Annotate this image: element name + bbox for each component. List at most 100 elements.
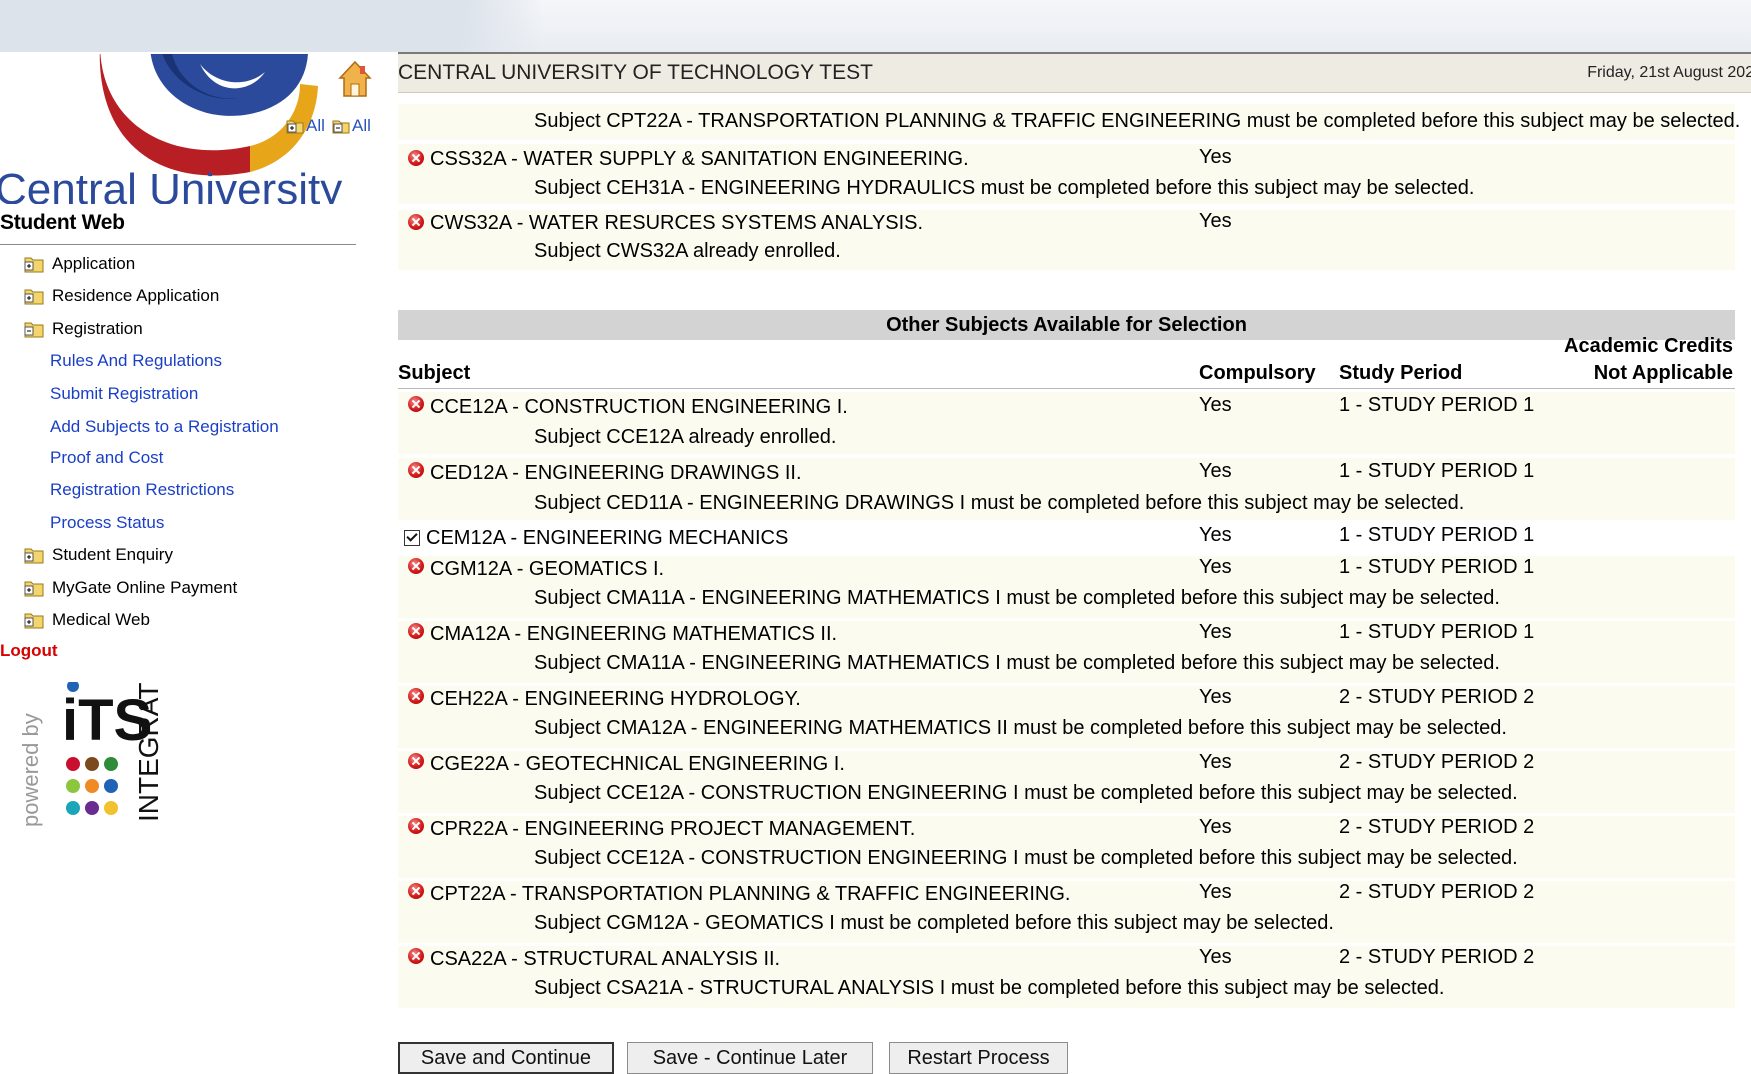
compulsory-value: Yes [1199, 816, 1232, 838]
expand-all-toggle[interactable]: All [286, 116, 325, 136]
sidebar-item-label: Medical Web [52, 610, 150, 629]
list-item: CSS32A - WATER SUPPLY & SANITATION ENGIN… [398, 144, 1735, 204]
subject-name: CED12A - ENGINEERING DRAWINGS II. [430, 462, 802, 484]
subject-name: CMA12A - ENGINEERING MATHEMATICS II. [430, 623, 838, 645]
sidebar-item-process-status[interactable]: Process Status [50, 513, 164, 533]
subject-name: CCE12A - CONSTRUCTION ENGINEERING I. [430, 396, 848, 418]
sidebar-item-add-subjects[interactable]: Add Subjects to a Registration [50, 417, 279, 437]
column-header-not-applicable: Not Applicable [1593, 362, 1733, 384]
sidebar-item-mygate-payment[interactable]: MyGate Online Payment [24, 578, 237, 598]
page-title: CENTRAL UNIVERSITY OF TECHNOLOGY TEST [398, 61, 873, 84]
compulsory-value: Yes [1199, 751, 1232, 773]
save-and-continue-button[interactable]: Save and Continue [398, 1042, 614, 1074]
table-row: CEH22A - ENGINEERING HYDROLOGY. Yes 2 - … [398, 686, 1735, 748]
folder-plus-icon [286, 120, 304, 134]
sidebar-item-label: Registration Restrictions [50, 480, 235, 499]
subject-message: Subject CMA12A - ENGINEERING MATHEMATICS… [534, 717, 1507, 739]
sidebar-item-student-enquiry[interactable]: Student Enquiry [24, 545, 173, 565]
subject-name: CGE22A - GEOTECHNICAL ENGINEERING I. [430, 753, 845, 775]
table-row: CED12A - ENGINEERING DRAWINGS II. Yes 1 … [398, 458, 1735, 520]
subject-message: Subject CCE12A - CONSTRUCTION ENGINEERIN… [534, 847, 1518, 869]
blocked-icon [408, 753, 424, 769]
collapse-all-toggle[interactable]: All [332, 116, 371, 136]
main-content: CENTRAL UNIVERSITY OF TECHNOLOGY TEST Fr… [398, 54, 1751, 1074]
compulsory-value: Yes [1199, 210, 1232, 232]
sidebar-item-registration[interactable]: Registration [24, 319, 143, 339]
table-row: CSA22A - STRUCTURAL ANALYSIS II. Yes 2 -… [398, 946, 1735, 1008]
sidebar-item-residence-application[interactable]: Residence Application [24, 286, 219, 306]
save-continue-later-button[interactable]: Save - Continue Later [627, 1042, 873, 1074]
expand-all-label: All [306, 116, 325, 135]
sidebar-item-rules-and-regulations[interactable]: Rules And Regulations [50, 351, 222, 371]
sidebar-item-application[interactable]: Application [24, 254, 135, 274]
subject-name: CEM12A - ENGINEERING MECHANICS [426, 527, 789, 549]
sidebar-item-label: Registration [52, 319, 143, 338]
compulsory-value: Yes [1199, 621, 1232, 643]
blocked-icon [408, 396, 424, 412]
sidebar-item-submit-registration[interactable]: Submit Registration [50, 384, 198, 404]
subject-message: Subject CPT22A - TRANSPORTATION PLANNING… [534, 110, 1741, 132]
sidebar-item-proof-and-cost[interactable]: Proof and Cost [50, 448, 163, 468]
blocked-icon [408, 214, 424, 230]
subject-message: Subject CCE12A already enrolled. [534, 426, 837, 448]
restart-process-button[interactable]: Restart Process [889, 1042, 1068, 1074]
column-header-compulsory: Compulsory [1199, 362, 1316, 384]
subject-message: Subject CWS32A already enrolled. [534, 240, 841, 262]
subject-name: CWS32A - WATER RESURCES SYSTEMS ANALYSIS… [430, 212, 924, 234]
study-period: 1 - STUDY PERIOD 1 [1339, 460, 1535, 482]
sidebar-item-label: Proof and Cost [50, 448, 164, 467]
subject-name: CSS32A - WATER SUPPLY & SANITATION ENGIN… [430, 148, 969, 170]
compulsory-value: Yes [1199, 881, 1232, 903]
list-item: Subject CPT22A - TRANSPORTATION PLANNING… [398, 104, 1740, 140]
compulsory-value: Yes [1199, 686, 1232, 708]
logout-link[interactable]: Logout [0, 641, 58, 661]
home-icon[interactable] [338, 60, 372, 100]
sidebar: Central University All All Student Web A… [0, 54, 380, 1071]
blocked-icon [408, 558, 424, 574]
subject-checkbox[interactable] [404, 530, 420, 546]
subject-name: CEH22A - ENGINEERING HYDROLOGY. [430, 688, 801, 710]
blocked-icon [408, 688, 424, 704]
table-row: CCE12A - CONSTRUCTION ENGINEERING I. Yes… [398, 392, 1735, 454]
column-header-study-period: Study Period [1339, 362, 1463, 384]
collapse-all-label: All [352, 116, 371, 135]
folder-minus-icon [332, 120, 350, 134]
section-heading: Other Subjects Available for Selection [398, 310, 1735, 340]
folder-plus-icon [24, 289, 44, 305]
sidebar-item-label: Add Subjects to a Registration [50, 417, 279, 436]
folder-plus-icon [24, 257, 44, 273]
subject-name: CPT22A - TRANSPORTATION PLANNING & TRAFF… [430, 883, 1071, 905]
blocked-icon [408, 883, 424, 899]
current-date: Friday, 21st August 2020 [1587, 64, 1751, 81]
table-row: CGM12A - GEOMATICS I. Yes 1 - STUDY PERI… [398, 556, 1735, 618]
sidebar-title: Student Web [0, 211, 125, 234]
sidebar-item-medical-web[interactable]: Medical Web [24, 610, 150, 630]
table-row: CPT22A - TRANSPORTATION PLANNING & TRAFF… [398, 881, 1735, 943]
table-row: CMA12A - ENGINEERING MATHEMATICS II. Yes… [398, 621, 1735, 683]
sidebar-item-registration-restrictions[interactable]: Registration Restrictions [50, 480, 234, 500]
study-period: 2 - STUDY PERIOD 2 [1339, 946, 1535, 968]
subject-name: CPR22A - ENGINEERING PROJECT MANAGEMENT. [430, 818, 916, 840]
study-period: 1 - STUDY PERIOD 1 [1339, 556, 1535, 578]
blocked-icon [408, 150, 424, 166]
study-period: 2 - STUDY PERIOD 2 [1339, 751, 1535, 773]
folder-minus-icon [24, 322, 44, 338]
study-period: 2 - STUDY PERIOD 2 [1339, 816, 1535, 838]
blocked-icon [408, 462, 424, 478]
compulsory-value: Yes [1199, 524, 1232, 546]
sidebar-item-label: Residence Application [52, 286, 220, 305]
study-period: 2 - STUDY PERIOD 2 [1339, 686, 1535, 708]
sidebar-item-label: Rules And Regulations [50, 351, 223, 370]
sidebar-divider [0, 244, 356, 245]
header-bar: CENTRAL UNIVERSITY OF TECHNOLOGY TEST Fr… [398, 54, 1751, 93]
subject-message: Subject CEH31A - ENGINEERING HYDRAULICS … [534, 177, 1475, 199]
table-row: CPR22A - ENGINEERING PROJECT MANAGEMENT.… [398, 816, 1735, 878]
study-period: 1 - STUDY PERIOD 1 [1339, 394, 1535, 416]
svg-text:Central University: Central University [0, 165, 342, 204]
column-header-credits: Academic Credits [1564, 335, 1733, 357]
table-row: CEM12A - ENGINEERING MECHANICS Yes 1 - S… [398, 524, 1735, 554]
sidebar-item-label: Application [52, 254, 136, 273]
sidebar-item-label: Submit Registration [50, 384, 199, 403]
study-period: 2 - STUDY PERIOD 2 [1339, 881, 1535, 903]
subject-message: Subject CMA11A - ENGINEERING MATHEMATICS… [534, 652, 1500, 674]
